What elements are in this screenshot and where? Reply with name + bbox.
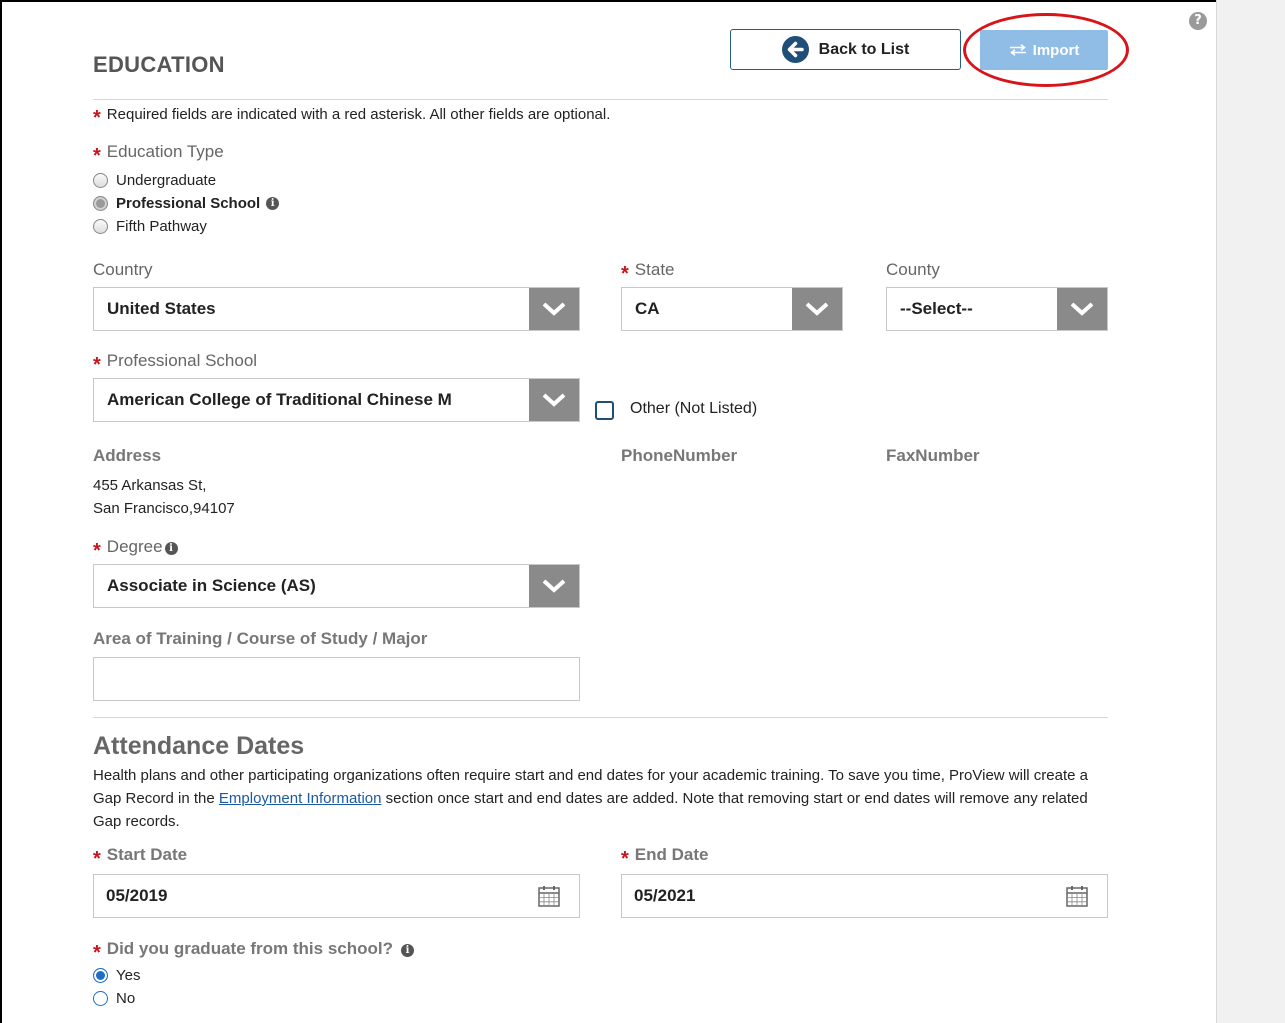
education-type-radio-group: Undergraduate Professional School i Fift… xyxy=(93,169,280,238)
address-line-2: San Francisco,94107 xyxy=(93,500,235,517)
degree-select[interactable]: Associate in Science (AS) xyxy=(93,564,580,608)
calendar-icon[interactable] xyxy=(538,885,560,907)
radio-undergraduate-label: Undergraduate xyxy=(116,172,217,189)
professional-school-select[interactable]: American College of Traditional Chinese … xyxy=(93,378,580,422)
radio-no-label: No xyxy=(116,990,136,1007)
required-asterisk: * xyxy=(93,107,101,129)
required-note-text: Required fields are indicated with a red… xyxy=(106,106,611,123)
attendance-dates-heading: Attendance Dates xyxy=(93,732,305,760)
end-date-label: * End Date xyxy=(621,845,708,871)
address-label: Address xyxy=(93,446,162,465)
start-date-label-text: Start Date xyxy=(106,845,188,864)
radio-button[interactable] xyxy=(93,991,108,1006)
section-divider xyxy=(93,717,1108,718)
address-line-1: 455 Arkansas St, xyxy=(93,477,207,494)
graduated-label-text: Did you graduate from this school? xyxy=(106,939,393,958)
state-select-value: CA xyxy=(635,299,660,318)
back-to-list-label: Back to List xyxy=(818,40,910,58)
radio-button-selected[interactable] xyxy=(93,196,108,211)
import-highlight-annotation xyxy=(963,13,1129,87)
professional-school-label-text: Professional School xyxy=(106,351,258,370)
start-date-input[interactable]: 05/2019 xyxy=(93,874,580,918)
phone-number-label: PhoneNumber xyxy=(621,446,738,465)
start-date-value: 05/2019 xyxy=(106,886,168,905)
start-date-label: * Start Date xyxy=(93,845,187,871)
county-select[interactable]: --Select-- xyxy=(886,287,1108,331)
graduated-radio-group: Yes No xyxy=(93,964,140,1010)
required-asterisk: * xyxy=(93,354,101,376)
help-icon[interactable]: ? xyxy=(1189,12,1207,30)
chevron-down-icon xyxy=(529,565,579,607)
info-icon[interactable]: i xyxy=(266,197,280,210)
graduated-label: * Did you graduate from this school? i xyxy=(93,939,414,965)
required-asterisk: * xyxy=(93,942,101,964)
radio-button[interactable] xyxy=(93,219,108,234)
radio-fifth-pathway-label: Fifth Pathway xyxy=(116,218,207,235)
other-not-listed-checkbox[interactable] xyxy=(595,401,614,420)
degree-label: * Degree i xyxy=(93,537,178,563)
chevron-down-icon xyxy=(529,379,579,421)
state-select[interactable]: CA xyxy=(621,287,843,331)
employment-information-link[interactable]: Employment Information xyxy=(219,790,382,807)
education-type-label: * Education Type xyxy=(93,142,224,168)
radio-fifth-pathway[interactable]: Fifth Pathway xyxy=(93,215,279,238)
radio-button[interactable] xyxy=(93,173,108,188)
other-not-listed-label: Other (Not Listed) xyxy=(630,400,758,417)
radio-professional-school-label: Professional School xyxy=(116,195,261,212)
radio-no[interactable]: No xyxy=(93,987,140,1010)
country-select-value: United States xyxy=(107,299,216,318)
required-asterisk: * xyxy=(621,263,629,285)
header-divider xyxy=(93,99,1108,100)
info-icon[interactable]: i xyxy=(164,542,178,555)
end-date-input[interactable]: 05/2021 xyxy=(621,874,1108,918)
chevron-down-icon xyxy=(792,288,842,330)
window-border-left xyxy=(0,0,2,1023)
window-border-top xyxy=(0,0,1218,2)
required-asterisk: * xyxy=(621,848,629,870)
required-note: * Required fields are indicated with a re… xyxy=(93,106,610,130)
degree-label-text: Degree xyxy=(106,537,163,556)
end-date-label-text: End Date xyxy=(634,845,709,864)
back-to-list-button[interactable]: Back to List xyxy=(730,29,961,70)
required-asterisk: * xyxy=(93,145,101,167)
required-asterisk: * xyxy=(93,848,101,870)
country-select[interactable]: United States xyxy=(93,287,580,331)
county-label: County xyxy=(886,260,940,279)
radio-yes-label: Yes xyxy=(116,967,141,984)
radio-yes[interactable]: Yes xyxy=(93,964,140,987)
fax-number-label: FaxNumber xyxy=(886,446,980,465)
county-select-value: --Select-- xyxy=(900,299,973,318)
required-asterisk: * xyxy=(93,540,101,562)
radio-professional-school[interactable]: Professional School i xyxy=(93,192,280,215)
country-label: Country xyxy=(93,260,153,279)
address-value: 455 Arkansas St, San Francisco,94107 xyxy=(93,474,235,520)
radio-undergraduate[interactable]: Undergraduate xyxy=(93,169,279,192)
end-date-value: 05/2021 xyxy=(634,886,696,905)
radio-button-selected[interactable] xyxy=(93,968,108,983)
degree-select-value: Associate in Science (AS) xyxy=(107,576,316,595)
calendar-icon[interactable] xyxy=(1066,885,1088,907)
state-label: * State xyxy=(621,260,675,286)
professional-school-label: * Professional School xyxy=(93,351,257,377)
major-input[interactable] xyxy=(93,657,580,701)
arrow-left-circle-icon xyxy=(781,36,809,63)
major-label: Area of Training / Course of Study / Maj… xyxy=(93,629,428,648)
attendance-description: Health plans and other participating org… xyxy=(93,764,1103,833)
info-icon[interactable]: i xyxy=(400,944,414,957)
chevron-down-icon xyxy=(529,288,579,330)
right-side-panel xyxy=(1216,0,1285,1023)
chevron-down-icon xyxy=(1057,288,1107,330)
professional-school-select-value: American College of Traditional Chinese … xyxy=(107,390,452,409)
section-title: EDUCATION xyxy=(93,52,225,77)
state-label-text: State xyxy=(634,260,675,279)
education-type-label-text: Education Type xyxy=(106,142,224,161)
